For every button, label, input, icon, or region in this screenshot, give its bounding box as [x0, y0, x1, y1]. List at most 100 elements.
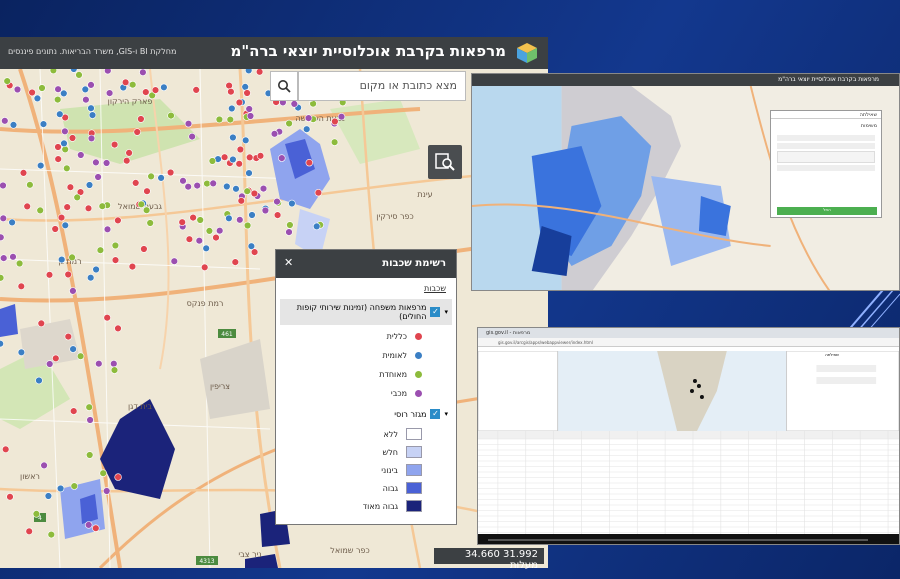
- clinic-point[interactable]: [69, 345, 77, 353]
- query-field[interactable]: [777, 135, 875, 141]
- clinic-point[interactable]: [188, 132, 196, 141]
- clinic-point[interactable]: [243, 187, 251, 195]
- clinic-point[interactable]: [273, 197, 281, 206]
- clinic-point[interactable]: [45, 271, 54, 279]
- clinic-point[interactable]: [87, 81, 95, 89]
- clinic-point[interactable]: [305, 158, 313, 167]
- clinic-point[interactable]: [94, 173, 102, 181]
- layer-checkbox[interactable]: ✓: [430, 409, 441, 419]
- clinic-point[interactable]: [110, 360, 118, 368]
- clinic-point[interactable]: [209, 179, 217, 188]
- clinic-point[interactable]: [47, 530, 55, 539]
- clinic-point[interactable]: [261, 206, 270, 215]
- clinic-point[interactable]: [229, 133, 237, 142]
- clinic-point[interactable]: [125, 149, 133, 157]
- clinic-point[interactable]: [54, 85, 62, 93]
- clinic-point[interactable]: [52, 354, 60, 362]
- query-panel-tab[interactable]: משימות: [771, 119, 881, 133]
- clinic-point[interactable]: [1, 117, 9, 125]
- clinic-point[interactable]: [273, 211, 282, 219]
- clinic-point[interactable]: [256, 152, 265, 160]
- clinic-point[interactable]: [114, 324, 122, 333]
- clinic-point[interactable]: [69, 407, 78, 415]
- clinic-point[interactable]: [142, 206, 151, 214]
- clinic-point[interactable]: [133, 128, 141, 136]
- clinic-point[interactable]: [57, 255, 66, 264]
- clinic-point[interactable]: [6, 493, 14, 501]
- clinic-point[interactable]: [33, 94, 42, 103]
- clinic-point[interactable]: [23, 202, 31, 211]
- clinic-point[interactable]: [40, 461, 48, 470]
- clinic-point[interactable]: [68, 253, 76, 262]
- clinic-point[interactable]: [63, 203, 71, 211]
- clinic-point[interactable]: [212, 233, 220, 242]
- clinic-point[interactable]: [236, 145, 245, 154]
- clinic-point[interactable]: [9, 121, 18, 129]
- clinic-point[interactable]: [129, 80, 137, 89]
- clinic-point[interactable]: [223, 182, 231, 191]
- clinic-point[interactable]: [229, 155, 237, 164]
- clinic-point[interactable]: [103, 314, 111, 322]
- clinic-point[interactable]: [184, 182, 192, 191]
- clinic-point[interactable]: [241, 83, 249, 91]
- clinic-point[interactable]: [105, 89, 114, 97]
- clinic-point[interactable]: [193, 181, 201, 190]
- clinic-point[interactable]: [61, 145, 69, 154]
- clinic-point[interactable]: [304, 114, 313, 122]
- clinic-point[interactable]: [9, 253, 17, 261]
- clinic-point[interactable]: [84, 204, 93, 213]
- clinic-point[interactable]: [68, 134, 77, 142]
- clinic-point[interactable]: [77, 151, 85, 159]
- clinic-point[interactable]: [84, 521, 93, 529]
- clinic-point[interactable]: [104, 69, 112, 75]
- clinic-point[interactable]: [235, 160, 243, 168]
- clinic-point[interactable]: [250, 189, 259, 198]
- clinic-point[interactable]: [278, 154, 286, 162]
- clinic-point[interactable]: [137, 200, 146, 209]
- clinic-point[interactable]: [64, 332, 73, 341]
- clinic-point[interactable]: [227, 88, 235, 96]
- clinic-point[interactable]: [132, 179, 140, 187]
- clinic-point[interactable]: [15, 259, 24, 268]
- progress-track[interactable]: [488, 539, 868, 541]
- tab-layers[interactable]: שכבות: [276, 278, 456, 297]
- clinic-point[interactable]: [110, 140, 119, 149]
- clinic-point[interactable]: [248, 211, 256, 219]
- clinic-point[interactable]: [330, 138, 339, 146]
- clinic-point[interactable]: [35, 376, 43, 385]
- clinic-point[interactable]: [225, 214, 233, 223]
- clinic-point[interactable]: [0, 233, 5, 241]
- clinic-point[interactable]: [8, 218, 16, 227]
- clinic-point[interactable]: [245, 169, 253, 177]
- clinic-point[interactable]: [26, 181, 34, 189]
- query-field[interactable]: [816, 377, 877, 384]
- clinic-point[interactable]: [66, 183, 75, 191]
- clinic-point[interactable]: [137, 115, 145, 123]
- clinic-point[interactable]: [259, 184, 268, 193]
- clinic-point[interactable]: [245, 105, 253, 113]
- clinic-point[interactable]: [61, 221, 70, 230]
- clinic-point[interactable]: [128, 262, 137, 271]
- clinic-point[interactable]: [81, 85, 90, 94]
- clinic-point[interactable]: [96, 246, 105, 254]
- clinic-point[interactable]: [313, 222, 321, 231]
- russian-sector-polygon[interactable]: [80, 494, 98, 524]
- clinic-point[interactable]: [92, 524, 100, 532]
- clinic-point[interactable]: [157, 174, 165, 182]
- clinic-point[interactable]: [39, 120, 48, 128]
- clinic-point[interactable]: [102, 487, 111, 495]
- clinic-point[interactable]: [99, 469, 107, 477]
- clinic-point[interactable]: [61, 127, 69, 135]
- clinic-point[interactable]: [139, 69, 147, 76]
- clinic-point[interactable]: [88, 111, 97, 119]
- clinic-point[interactable]: [0, 181, 7, 190]
- clinic-point[interactable]: [285, 228, 293, 236]
- clinic-point[interactable]: [184, 119, 193, 128]
- clinic-point[interactable]: [143, 187, 151, 195]
- query-tool-button[interactable]: [428, 145, 462, 179]
- clinic-point[interactable]: [270, 130, 279, 138]
- clinic-point[interactable]: [286, 221, 294, 229]
- apply-button[interactable]: החל: [777, 207, 877, 215]
- clinic-point[interactable]: [92, 158, 100, 167]
- clinic-point[interactable]: [37, 319, 45, 328]
